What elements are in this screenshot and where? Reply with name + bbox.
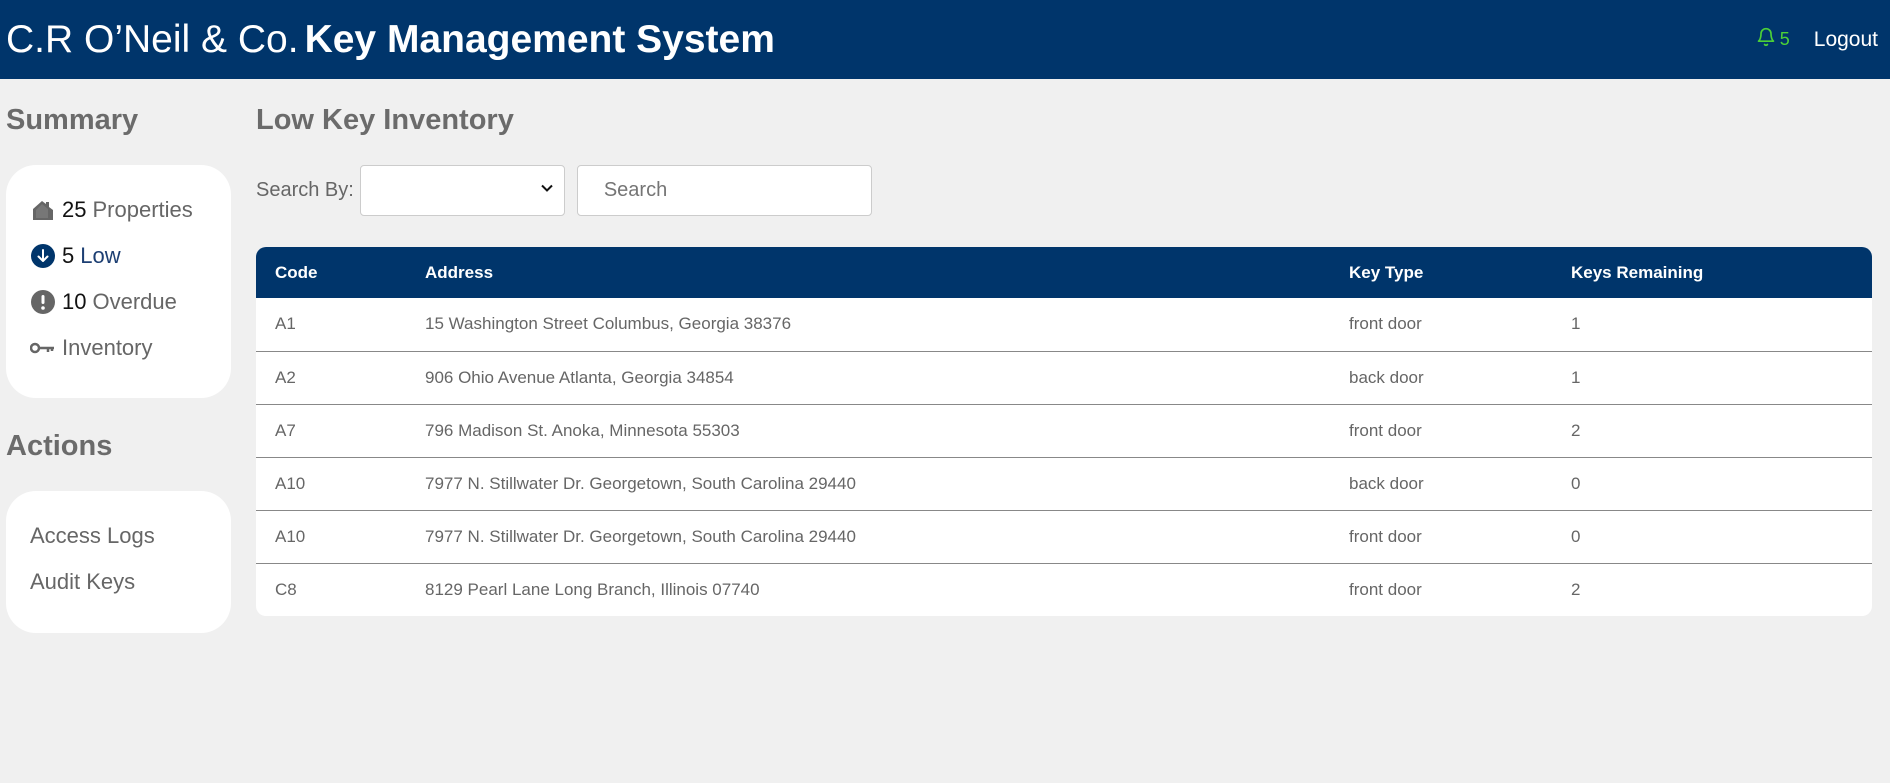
column-header-keys-remaining[interactable]: Keys Remaining [1552, 247, 1872, 298]
cell-code: C8 [256, 562, 406, 616]
summary-heading: Summary [6, 104, 139, 136]
cell-address: 8129 Pearl Lane Long Branch, Illinois 07… [406, 562, 1330, 616]
overdue-count: 10 [62, 289, 87, 314]
cell-keys-remaining: 1 [1571, 314, 1581, 334]
cell-keys-remaining: 2 [1552, 403, 1872, 457]
arrow-down-circle-icon [30, 243, 56, 269]
cell-key-type: front door [1349, 314, 1422, 334]
cell-address: 796 Madison St. Anoka, Minnesota 55303 [406, 403, 1330, 457]
properties-count: 25 [62, 197, 87, 222]
notifications-button[interactable]: 5 [1756, 27, 1790, 52]
search-input[interactable] [576, 165, 872, 216]
cell-key-type: back door [1330, 350, 1552, 404]
top-bar: C.R O’Neil & Co. Key Management System 5 … [0, 0, 1890, 79]
house-icon [30, 197, 56, 223]
properties-label: Properties [92, 197, 193, 222]
notification-count: 5 [1779, 29, 1790, 49]
page-title: Low Key Inventory [256, 104, 514, 136]
table-row[interactable]: A10 7977 N. Stillwater Dr. Georgetown, S… [256, 509, 1872, 563]
table-row[interactable]: A1 15 Washington Street Columbus, Georgi… [256, 298, 1872, 351]
table-header-row: Code Address Key Type Keys Remaining [256, 247, 1872, 298]
cell-key-type: front door [1330, 509, 1552, 563]
table-row[interactable]: A10 7977 N. Stillwater Dr. Georgetown, S… [256, 456, 1872, 510]
cell-key-type: front door [1330, 403, 1552, 457]
top-right-controls: 5 Logout [1756, 27, 1878, 52]
table-row[interactable]: A2 906 Ohio Avenue Atlanta, Georgia 3485… [256, 350, 1872, 404]
low-label: Low [80, 243, 121, 268]
audit-keys-link[interactable]: Audit Keys [30, 559, 207, 605]
cell-keys-remaining: 2 [1552, 562, 1872, 616]
table-row[interactable]: A7 796 Madison St. Anoka, Minnesota 5530… [256, 403, 1872, 457]
cell-keys-remaining: 0 [1552, 456, 1872, 510]
cell-key-type: front door [1330, 562, 1552, 616]
column-header-address[interactable]: Address [406, 247, 1330, 298]
low-key-table: Code Address Key Type Keys Remaining A1 … [256, 247, 1872, 616]
key-icon [30, 335, 56, 361]
summary-card: 25 Properties 5 Low 10 Overdue Inventory [6, 165, 231, 398]
system-name: Key Management System [304, 17, 775, 61]
overdue-label: Overdue [92, 289, 177, 314]
summary-item-overdue[interactable]: 10 Overdue [30, 279, 207, 325]
chevron-down-icon [540, 181, 554, 200]
app-title[interactable]: C.R O’Neil & Co. Key Management System [6, 18, 775, 62]
summary-item-inventory[interactable]: Inventory [30, 325, 207, 371]
cell-address: 906 Ohio Avenue Atlanta, Georgia 34854 [406, 350, 1330, 404]
cell-keys-remaining: 1 [1552, 350, 1872, 404]
cell-code: A7 [256, 403, 406, 457]
column-header-key-type[interactable]: Key Type [1330, 247, 1552, 298]
summary-item-properties[interactable]: 25 Properties [30, 187, 207, 233]
cell-code: A2 [256, 350, 406, 404]
access-logs-link[interactable]: Access Logs [30, 513, 207, 559]
cell-code: A10 [256, 456, 406, 510]
actions-heading: Actions [6, 430, 113, 462]
logout-link[interactable]: Logout [1814, 28, 1878, 52]
main-content: Low Key Inventory Search By: Code Addres… [256, 104, 1872, 616]
actions-card: Access Logs Audit Keys [6, 491, 231, 633]
summary-item-low[interactable]: 5 Low [30, 233, 207, 279]
low-count: 5 [62, 243, 75, 268]
bell-icon [1756, 27, 1776, 52]
table-row[interactable]: C8 8129 Pearl Lane Long Branch, Illinois… [256, 562, 1872, 616]
search-row: Search By: [256, 165, 1872, 216]
cell-address: 7977 N. Stillwater Dr. Georgetown, South… [406, 509, 1330, 563]
search-by-select[interactable] [359, 165, 565, 216]
company-name: C.R O’Neil & Co. [6, 17, 299, 61]
exclamation-circle-icon [30, 289, 56, 315]
cell-keys-remaining: 0 [1552, 509, 1872, 563]
cell-address: 15 Washington Street Columbus, Georgia 3… [425, 314, 792, 334]
cell-code: A10 [256, 509, 406, 563]
sidebar: Summary 25 Properties 5 Low 10 Overdue I… [6, 104, 231, 633]
column-header-code[interactable]: Code [256, 247, 406, 298]
search-by-label: Search By: [256, 179, 354, 201]
cell-key-type: back door [1330, 456, 1552, 510]
cell-code: A1 [275, 314, 296, 334]
inventory-label: Inventory [62, 335, 153, 360]
cell-address: 7977 N. Stillwater Dr. Georgetown, South… [406, 456, 1330, 510]
